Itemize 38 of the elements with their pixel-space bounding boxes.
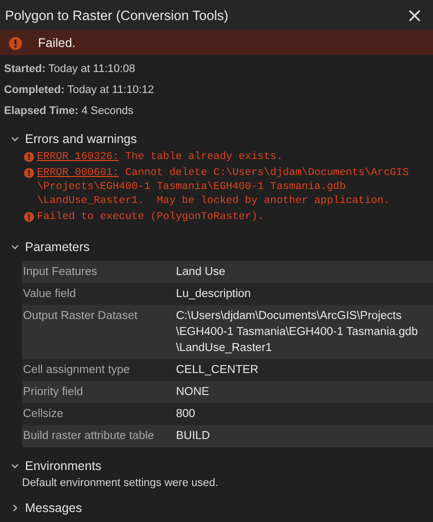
parameter-value: C:\Users\djdam\Documents\ArcGIS\Projects \EGH400-1 Tasmania\EGH400-1 Tasmania.gdb \LandUse_Raster1 (176, 309, 418, 356)
parameter-name: Value field (22, 287, 77, 302)
parameter-name: Priority field (22, 385, 84, 400)
status-text: Failed. (38, 36, 76, 50)
chevron-down-icon[interactable] (11, 243, 19, 251)
section-title: Environments (25, 459, 102, 473)
chevron-down-icon[interactable] (11, 462, 19, 470)
parameter-value: BUILD (176, 429, 210, 444)
error-message: ERROR 160326: The table already exists. (37, 150, 283, 164)
error-icon (9, 37, 22, 50)
error-message: ERROR 000601: Cannot delete C:\Users\djdam\Documents\ArcGIS \Projects\EGH400-1 Tasmania\EGH400-1 Tasmania.gdb \LandUse_Raster1. May be locked by another application. (37, 166, 409, 208)
close-button[interactable]: × (402, 5, 427, 25)
environments-text: Default environment settings were used. (22, 477, 218, 489)
window-title: Polygon to Raster (Conversion Tools) (5, 8, 228, 22)
section-title: Messages (25, 501, 82, 515)
error-icon (24, 152, 34, 162)
chevron-right-icon[interactable] (11, 504, 19, 512)
section-title: Errors and warnings (25, 132, 137, 146)
parameter-value: 800 (176, 407, 196, 422)
error-message: Failed to execute (PolygonToRaster). (37, 210, 264, 224)
parameter-name: Input Features (22, 265, 98, 280)
parameter-value: NONE (176, 385, 210, 400)
parameter-name: Output Raster Dataset (22, 309, 138, 324)
section-title: Parameters (25, 240, 90, 254)
summary-line: Started: Today at 11:10:08 (4, 63, 136, 75)
error-icon (24, 168, 34, 178)
parameter-name: Build raster attribute table (22, 429, 156, 444)
summary-line: Completed: Today at 11:10:12 (4, 84, 154, 96)
error-code-link[interactable]: ERROR 000601: (37, 167, 119, 179)
parameter-value: CELL_CENTER (176, 363, 258, 378)
error-icon (24, 212, 34, 222)
parameter-value: Lu_description (176, 287, 251, 302)
summary-line: Elapsed Time: 4 Seconds (4, 105, 134, 117)
parameter-name: Cellsize (22, 407, 64, 422)
chevron-down-icon[interactable] (11, 135, 19, 143)
error-code-link[interactable]: ERROR 160326: (37, 151, 119, 163)
parameter-name: Cell assignment type (22, 363, 131, 378)
parameter-value: Land Use (176, 265, 226, 280)
